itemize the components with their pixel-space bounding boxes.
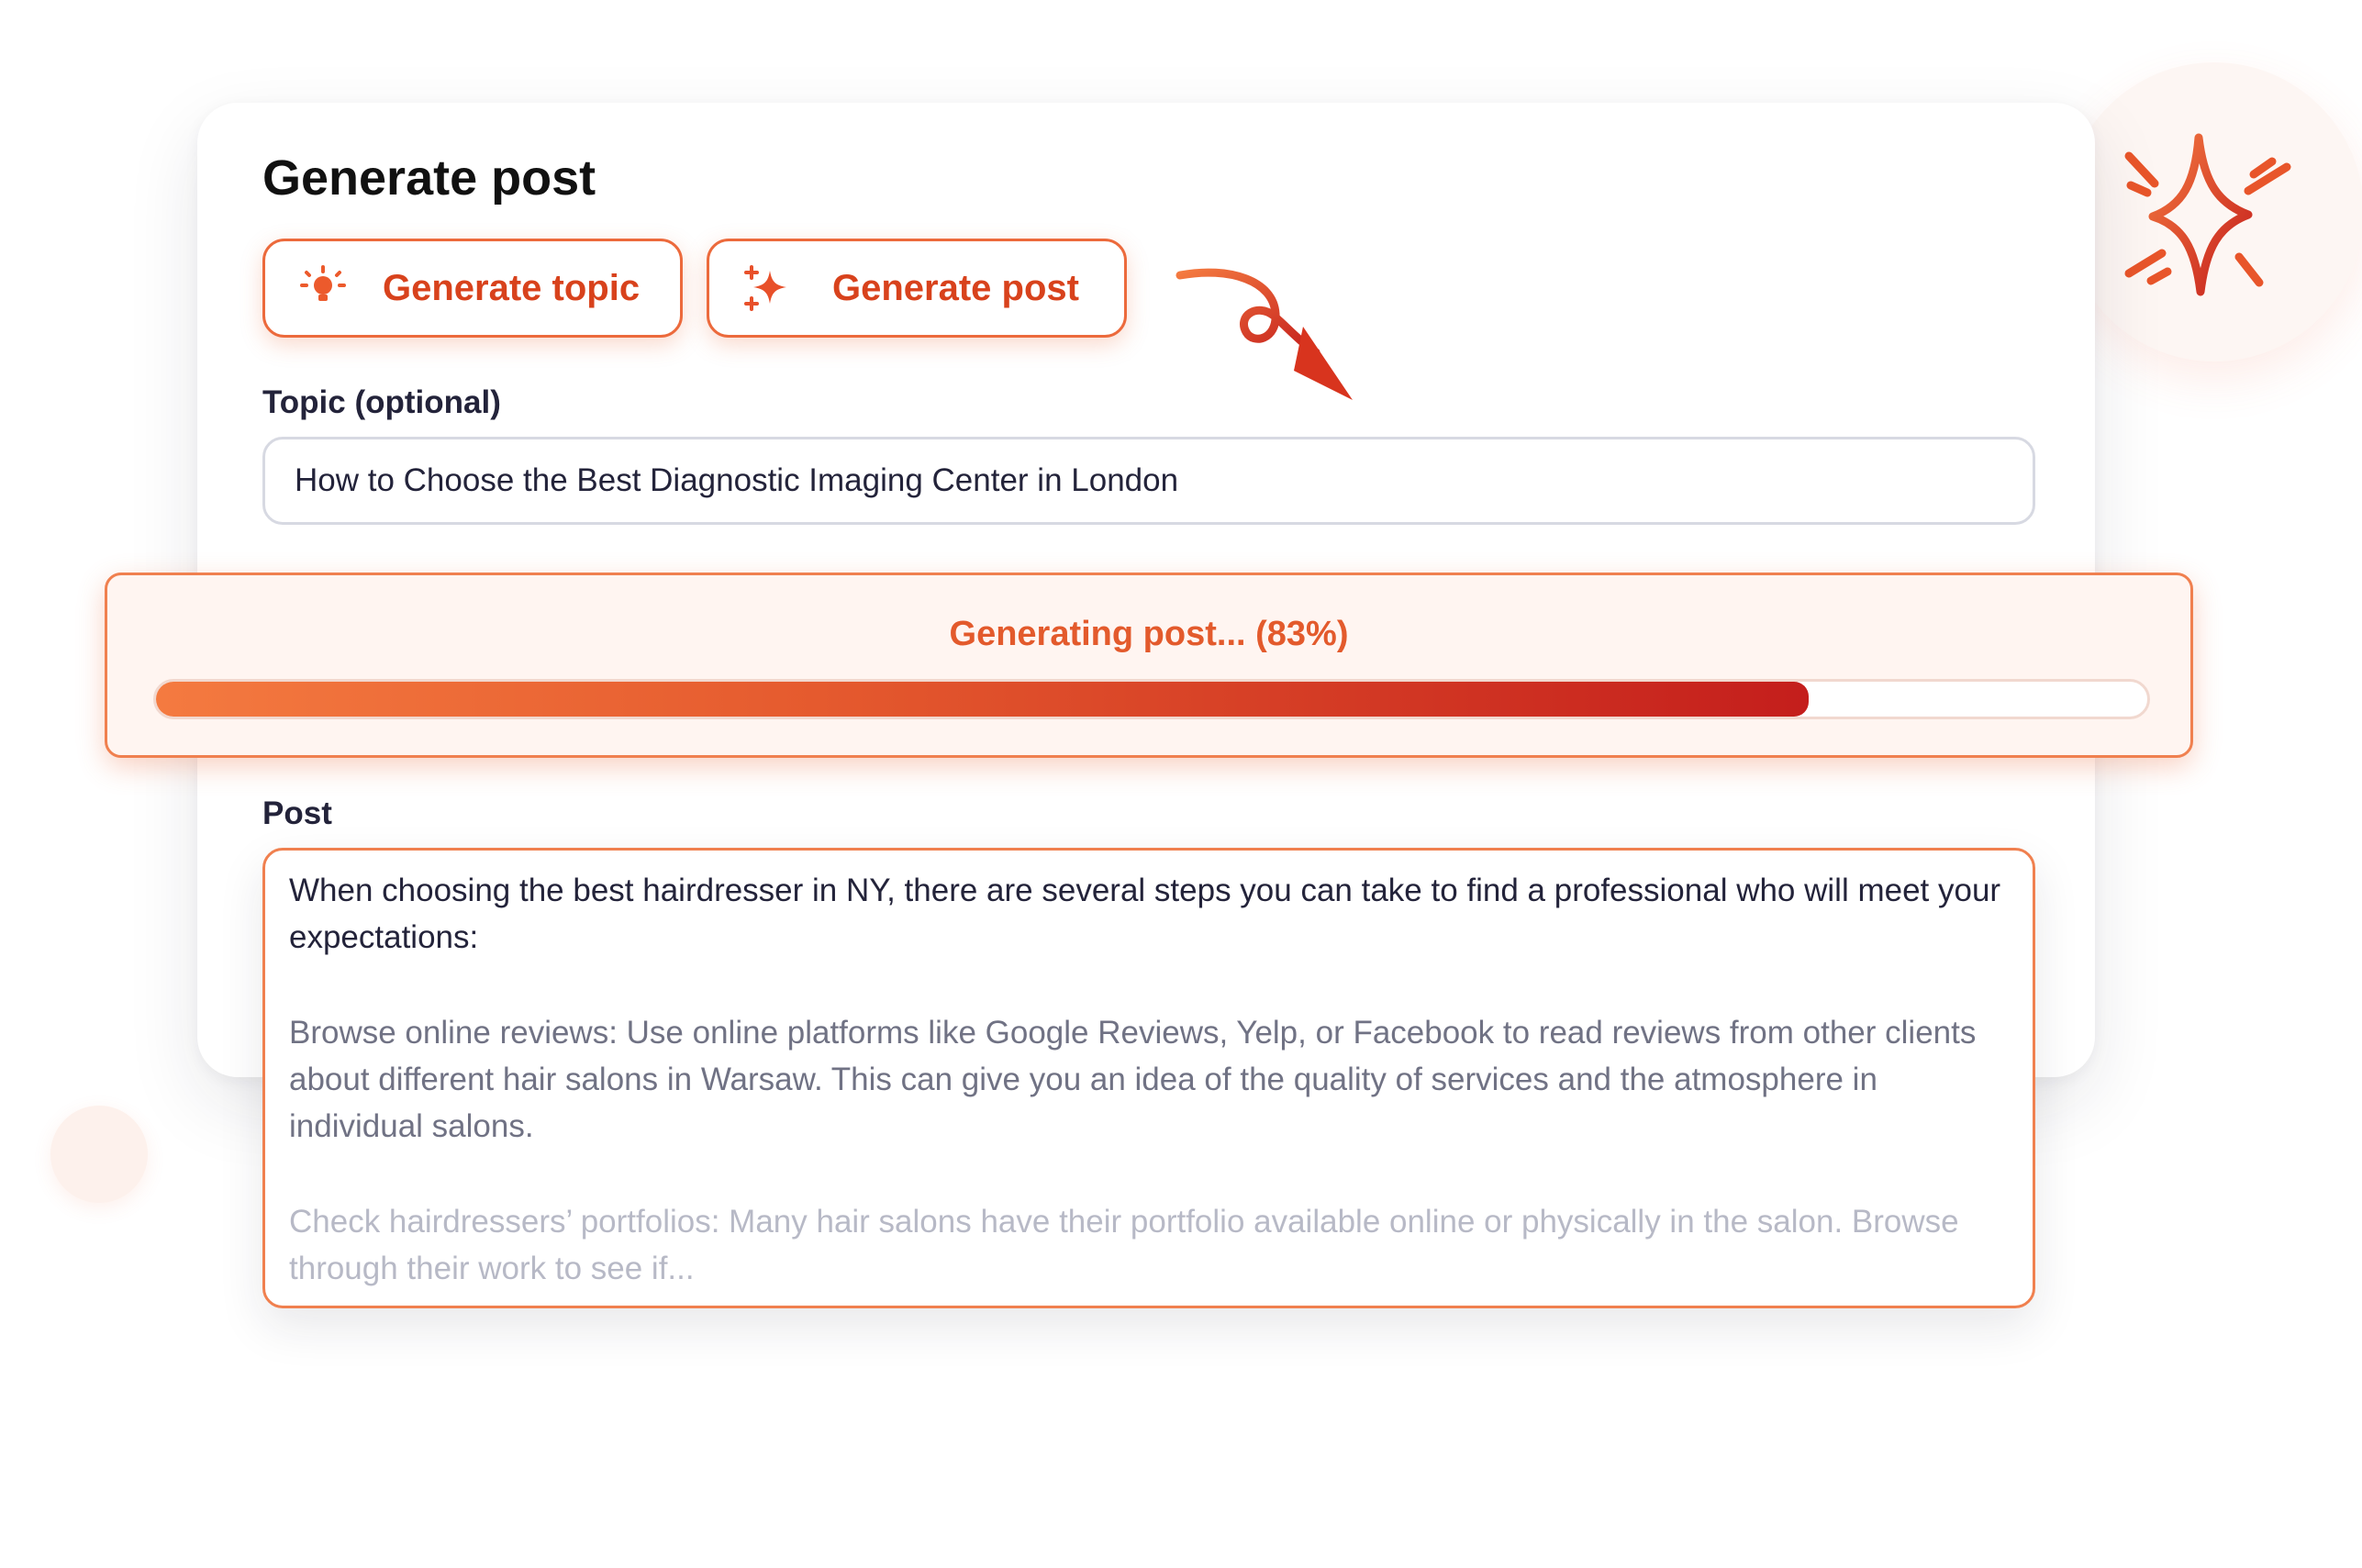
progress-panel: Generating post... (83%): [105, 573, 2193, 758]
generate-topic-button[interactable]: Generate topic: [262, 239, 683, 338]
generate-post-button[interactable]: Generate post: [707, 239, 1127, 338]
topic-label: Topic (optional): [262, 384, 501, 420]
progress-status-text: Generating post... (83%): [949, 615, 1349, 653]
post-paragraph: When choosing the best hairdresser in NY…: [289, 873, 2001, 955]
generate-post-label: Generate post: [832, 268, 1079, 308]
decorative-circle-small: [50, 1106, 148, 1203]
sparkle-icon: [2124, 133, 2291, 296]
post-paragraph: Browse online reviews: Use online platfo…: [289, 1015, 1977, 1144]
progress-bar-track: [153, 679, 2150, 719]
curly-arrow-icon: [1175, 268, 1353, 400]
post-textarea[interactable]: When choosing the best hairdresser in NY…: [262, 848, 2035, 1308]
sparkles-icon: [744, 265, 786, 311]
lightbulb-icon: [300, 265, 346, 301]
generate-topic-label: Generate topic: [383, 268, 641, 308]
stage: Generate post Generate topic Generate po…: [0, 0, 2362, 1568]
card-title: Generate post: [262, 150, 596, 206]
progress-bar-fill: [156, 682, 1810, 717]
topic-input[interactable]: How to Choose the Best Diagnostic Imagin…: [262, 437, 2035, 525]
post-label: Post: [262, 795, 332, 831]
post-paragraph: Check hairdressers’ portfolios: Many hai…: [289, 1204, 1959, 1286]
